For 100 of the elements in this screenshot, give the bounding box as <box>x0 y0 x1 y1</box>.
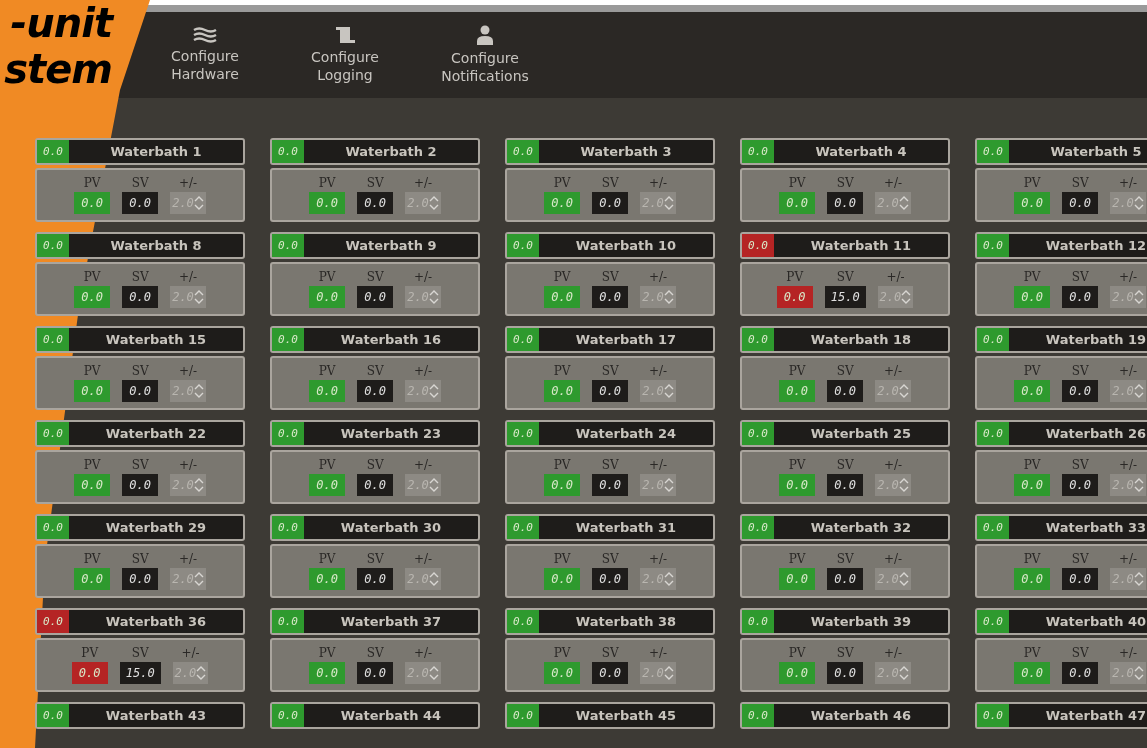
status-badge: 0.0 <box>977 422 1009 445</box>
tolerance-label: +/- <box>178 458 198 472</box>
sv-value: 0.0 <box>827 192 864 214</box>
tolerance-label: +/- <box>413 270 433 284</box>
pv-value: 0.0 <box>776 286 813 308</box>
sv-value: 0.0 <box>827 662 864 684</box>
sv-value: 0.0 <box>827 568 864 590</box>
sv-label: SV <box>601 364 619 378</box>
pv-value: 0.0 <box>1014 662 1051 684</box>
bath-title: Waterbath 29 <box>104 519 208 537</box>
sv-value: 0.0 <box>122 380 159 402</box>
sv-value: 15.0 <box>119 662 161 684</box>
bath-title: Waterbath 30 <box>339 519 443 537</box>
sv-value: 0.0 <box>357 568 394 590</box>
bath-title: Waterbath 32 <box>809 519 913 537</box>
up-down-icon <box>193 195 204 211</box>
sv-label: SV <box>1071 646 1089 660</box>
pv-value: 0.0 <box>544 380 581 402</box>
bath-title: Waterbath 19 <box>1044 331 1147 349</box>
pv-value: 0.0 <box>544 192 581 214</box>
tolerance-label: +/- <box>178 552 198 566</box>
pv-label: PV <box>83 176 101 190</box>
tolerance-label: +/- <box>178 364 198 378</box>
nav-item[interactable]: Configure Logging <box>295 26 395 84</box>
pv-label: PV <box>1023 364 1041 378</box>
bath-title: Waterbath 1 <box>109 143 203 161</box>
sv-value: 0.0 <box>1062 662 1099 684</box>
pv-value: 0.0 <box>779 662 816 684</box>
up-down-icon <box>428 665 439 681</box>
nav-item[interactable]: Configure Hardware <box>155 27 255 83</box>
up-down-icon <box>1133 477 1144 493</box>
pv-label: PV <box>553 552 571 566</box>
sv-label: SV <box>366 364 384 378</box>
bath-title: Waterbath 38 <box>574 613 678 631</box>
bath-title: Waterbath 43 <box>104 707 208 725</box>
pv-value: 0.0 <box>1014 474 1051 496</box>
pv-label: PV <box>318 552 336 566</box>
pv-value: 0.0 <box>1014 568 1051 590</box>
waves-icon <box>193 27 217 43</box>
status-badge: 0.0 <box>37 516 69 539</box>
pv-value: 0.0 <box>309 568 346 590</box>
up-down-icon <box>898 195 909 211</box>
status-badge: 0.0 <box>272 140 304 163</box>
bath-title: Waterbath 31 <box>574 519 678 537</box>
pv-label: PV <box>553 646 571 660</box>
up-down-icon <box>1133 289 1144 305</box>
status-badge: 0.0 <box>742 516 774 539</box>
sv-value: 0.0 <box>1062 474 1099 496</box>
pv-label: PV <box>788 364 806 378</box>
tolerance-label: +/- <box>413 176 433 190</box>
sv-label: SV <box>366 552 384 566</box>
sv-label: SV <box>836 364 854 378</box>
nav-item[interactable]: Configure Notifications <box>435 25 535 85</box>
sv-label: SV <box>601 646 619 660</box>
bath-title: Waterbath 8 <box>109 237 203 255</box>
pv-value: 0.0 <box>74 474 111 496</box>
banner-title: -unit <box>10 0 112 46</box>
pv-label: PV <box>83 552 101 566</box>
bath-title: Waterbath 12 <box>1044 237 1147 255</box>
pv-value: 0.0 <box>1014 192 1051 214</box>
sv-label: SV <box>131 458 149 472</box>
status-badge: 0.0 <box>37 610 69 633</box>
sv-label: SV <box>1071 364 1089 378</box>
pv-label: PV <box>553 364 571 378</box>
up-down-icon <box>193 571 204 587</box>
status-badge: 0.0 <box>507 328 539 351</box>
sv-label: SV <box>366 176 384 190</box>
up-down-icon <box>1133 571 1144 587</box>
pv-value: 0.0 <box>309 474 346 496</box>
status-badge: 0.0 <box>742 234 774 257</box>
pv-value: 0.0 <box>779 568 816 590</box>
pv-label: PV <box>318 270 336 284</box>
status-badge: 0.0 <box>507 516 539 539</box>
tolerance-label: +/- <box>648 364 668 378</box>
sv-label: SV <box>1071 552 1089 566</box>
tolerance-label: +/- <box>413 552 433 566</box>
up-down-icon <box>898 477 909 493</box>
pv-label: PV <box>83 270 101 284</box>
sv-label: SV <box>366 458 384 472</box>
tolerance-label: +/- <box>1118 458 1138 472</box>
tolerance-label: +/- <box>1118 270 1138 284</box>
bath-title: Waterbath 22 <box>104 425 208 443</box>
up-down-icon <box>428 383 439 399</box>
tolerance-label: +/- <box>1118 552 1138 566</box>
bath-title: Waterbath 33 <box>1044 519 1147 537</box>
pv-value: 0.0 <box>1014 286 1051 308</box>
pv-label: PV <box>1023 176 1041 190</box>
pv-value: 0.0 <box>544 474 581 496</box>
bath-title: Waterbath 2 <box>344 143 438 161</box>
sv-label: SV <box>836 270 854 284</box>
pv-label: PV <box>553 458 571 472</box>
sv-label: SV <box>836 552 854 566</box>
sv-value: 0.0 <box>357 662 394 684</box>
tolerance-label: +/- <box>883 646 903 660</box>
pv-label: PV <box>553 176 571 190</box>
status-badge: 0.0 <box>272 422 304 445</box>
pv-value: 0.0 <box>544 662 581 684</box>
status-badge: 0.0 <box>977 234 1009 257</box>
up-down-icon <box>428 289 439 305</box>
pv-value: 0.0 <box>74 380 111 402</box>
